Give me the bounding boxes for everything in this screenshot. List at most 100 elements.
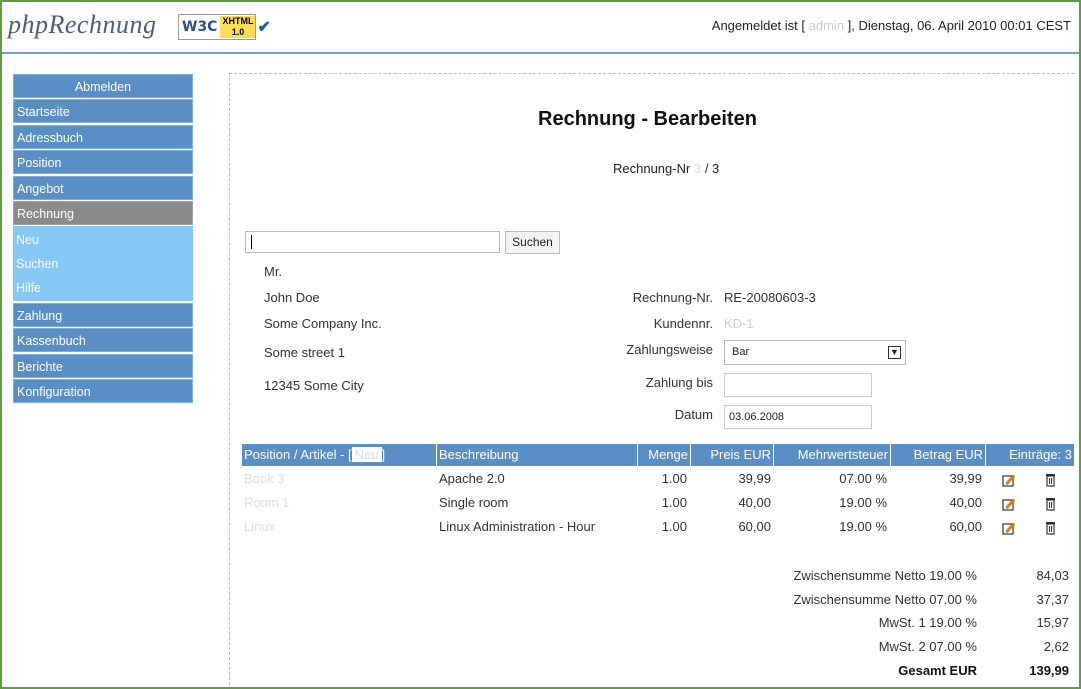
col-preis: Preis EUR — [691, 444, 774, 466]
row-preis: 39,99 — [738, 471, 771, 486]
chevron-down-icon: ▼ — [888, 346, 901, 359]
sidebar-item-startseite[interactable]: Startseite — [13, 99, 193, 124]
col-position-label: Position / Artikel - [ — [244, 447, 352, 462]
row-mwst: 19.00 % — [839, 519, 887, 534]
page-title: Rechnung - Bearbeiten — [538, 108, 757, 130]
row-beschreibung: Apache 2.0 — [439, 471, 505, 486]
total-value: 139,99 — [1029, 663, 1069, 678]
sidebar-item-zahlung[interactable]: Zahlung — [13, 302, 193, 327]
row-betrag: 40,00 — [949, 495, 982, 510]
zahlung-bis-label: Zahlung bis — [645, 375, 713, 390]
table-row: Book 3 Apache 2.0 1.00 39,99 07.00 % 39,… — [242, 468, 1074, 492]
trash-icon[interactable] — [1045, 473, 1056, 487]
invoice-number-label: Rechnung-Nr — [613, 161, 691, 176]
login-suffix: ], — [847, 18, 855, 33]
subtotal-07-value: 37,37 — [1036, 592, 1069, 607]
logout-button[interactable]: Abmelden — [13, 74, 193, 98]
row-menge: 1.00 — [661, 519, 687, 534]
text-cursor — [251, 235, 252, 249]
main-content: Rechnung - Bearbeiten Rechnung-Nr 3 / 3 … — [229, 73, 1075, 685]
zahlung-bis-input[interactable] — [724, 373, 872, 397]
row-menge: 1.00 — [661, 471, 687, 486]
row-artikel[interactable]: Book 3 — [244, 471, 284, 486]
xhtml-label: XHTML — [222, 16, 254, 26]
col-menge: Menge — [638, 444, 691, 466]
col-position: Position / Artikel - [Neu] — [242, 444, 437, 466]
new-position-link[interactable]: Neu — [351, 447, 382, 462]
rechnung-nr-value: RE-20080603-3 — [724, 290, 816, 305]
sidebar-item-adressbuch[interactable]: Adressbuch — [13, 124, 193, 149]
vat-19-value: 15,97 — [1036, 615, 1069, 630]
datum-label: Datum — [674, 407, 713, 422]
row-betrag: 39,99 — [949, 471, 982, 486]
xhtml-badge-text: XHTML 1.0 — [220, 16, 256, 38]
zahlungsweise-label: Zahlungsweise — [626, 342, 713, 357]
col-mwst: Mehrwertsteuer — [774, 444, 891, 466]
table-row: Linux Linux Administration - Hour 1.00 6… — [242, 516, 1074, 540]
row-betrag: 60,00 — [949, 519, 982, 534]
invoice-number-header: Rechnung-Nr 3 / 3 — [613, 161, 719, 176]
login-prefix: Angemeldet ist [ — [711, 18, 805, 33]
col-eintraege: Einträge: 3 — [1009, 447, 1072, 462]
kunden-nr-value: KD-1 — [724, 316, 754, 331]
sidebar-item-rechnung[interactable]: Rechnung — [13, 200, 193, 225]
checkmark-icon: ✔ — [257, 19, 271, 36]
rechnung-nr-label: Rechnung-Nr. — [632, 290, 713, 305]
sidebar-item-berichte[interactable]: Berichte — [13, 353, 193, 378]
table-row: Room 1 Single room 1.00 40,00 19.00 % 40… — [242, 492, 1074, 516]
table-header: Position / Artikel - [Neu] Beschreibung … — [242, 444, 1074, 466]
search-input[interactable] — [245, 231, 500, 253]
sidebar-item-konfiguration[interactable]: Konfiguration — [13, 378, 193, 403]
row-beschreibung: Single room — [439, 495, 509, 510]
vat-07-label: MwSt. 2 07.00 % — [878, 639, 977, 654]
zahlungsweise-select[interactable]: Bar ▼ — [724, 340, 906, 365]
address-name: John Doe — [264, 290, 320, 305]
xhtml-version: 1.0 — [231, 27, 245, 37]
login-status: Angemeldet ist [ admin ], Dienstag, 06. … — [712, 18, 1071, 33]
subtotal-19-label: Zwischensumme Netto 19.00 % — [793, 568, 977, 583]
address-salutation: Mr. — [264, 264, 283, 279]
sidebar-item-kassenbuch[interactable]: Kassenbuch — [13, 328, 193, 353]
col-position-close: ] — [381, 447, 386, 462]
trash-icon[interactable] — [1045, 521, 1056, 535]
header: phpRechnung W3C XHTML 1.0 ✔ Angemeldet i… — [2, 2, 1079, 54]
sidebar: Abmelden Startseite Adressbuch Position … — [13, 74, 193, 404]
sidebar-item-position[interactable]: Position — [13, 150, 193, 175]
trash-icon[interactable] — [1045, 497, 1056, 511]
datum-input[interactable]: 03.06.2008 — [724, 405, 872, 429]
sidebar-item-angebot[interactable]: Angebot — [13, 175, 193, 200]
total-label: Gesamt EUR — [898, 663, 977, 678]
app-logo[interactable]: phpRechnung — [8, 10, 156, 40]
edit-icon[interactable] — [1002, 497, 1015, 511]
sidebar-submenu: Neu Suchen Hilfe — [13, 226, 193, 302]
row-mwst: 07.00 % — [839, 471, 887, 486]
vat-07-value: 2,62 — [1043, 639, 1069, 654]
row-menge: 1.00 — [661, 495, 687, 510]
row-preis: 60,00 — [738, 519, 771, 534]
row-mwst: 19.00 % — [839, 495, 887, 510]
address-city: 12345 Some City — [264, 378, 364, 393]
address-company: Some Company Inc. — [264, 316, 382, 331]
current-datetime: Dienstag, 06. April 2010 00:01 CEST — [858, 18, 1071, 33]
subtotal-07-label: Zwischensumme Netto 07.00 % — [793, 592, 977, 607]
w3c-badge-text: W3C — [182, 19, 218, 35]
sidebar-subitem-suchen[interactable]: Suchen — [13, 252, 193, 276]
login-user: admin — [808, 18, 845, 33]
row-preis: 40,00 — [738, 495, 771, 510]
vat-19-label: MwSt. 1 19.00 % — [878, 615, 977, 630]
sidebar-subitem-hilfe[interactable]: Hilfe — [13, 276, 193, 300]
search-button[interactable]: Suchen — [505, 231, 560, 254]
row-artikel[interactable]: Room 1 — [244, 495, 290, 510]
kunden-nr-label: Kundennr. — [653, 316, 713, 331]
sidebar-subitem-neu[interactable]: Neu — [13, 228, 193, 252]
col-beschreibung: Beschreibung — [437, 444, 638, 466]
edit-icon[interactable] — [1002, 521, 1015, 535]
subtotal-19-value: 84,03 — [1036, 568, 1069, 583]
row-artikel[interactable]: Linux — [244, 519, 275, 534]
w3c-xhtml-badge[interactable]: W3C XHTML 1.0 ✔ — [178, 14, 271, 40]
edit-icon[interactable] — [1002, 473, 1015, 487]
zahlungsweise-value: Bar — [732, 346, 750, 358]
address-street: Some street 1 — [264, 345, 345, 360]
row-beschreibung: Linux Administration - Hour — [439, 519, 596, 534]
invoice-number-suffix: / 3 — [704, 161, 720, 176]
